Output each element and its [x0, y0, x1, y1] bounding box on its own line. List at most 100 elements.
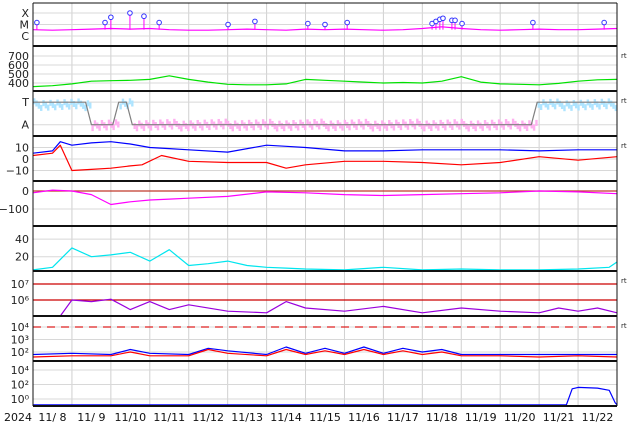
x-tick-label: 11/ 9 — [77, 411, 105, 424]
sector-point — [42, 100, 45, 107]
realtime-label: rt — [621, 97, 627, 105]
sector-point — [236, 122, 239, 129]
sector-point — [612, 102, 615, 109]
y-tick-label: 40 — [15, 233, 29, 246]
series-series-red — [32, 348, 618, 358]
realtime-label: rt — [621, 142, 627, 150]
sector-point — [98, 124, 101, 131]
sector-point — [268, 118, 272, 125]
sector-point — [472, 122, 475, 129]
x-tick-label: 11/15 — [309, 411, 341, 424]
sector-point — [574, 102, 578, 109]
x-tick-label: 11/21 — [543, 411, 575, 424]
sector-point — [147, 122, 150, 129]
sector-point — [570, 104, 573, 111]
sector-point — [320, 118, 323, 125]
y-tick-label: 20 — [15, 251, 29, 264]
realtime-label: rt — [621, 277, 627, 285]
series-series-blue-low — [33, 386, 618, 406]
sector-point — [131, 100, 134, 107]
sector-point — [416, 118, 419, 125]
x-tick-label: 11/17 — [387, 411, 419, 424]
flare-marker — [102, 19, 108, 26]
space-weather-chart: X M C 700 600 500 400 rt T Art 10 0 −10 rt 0 −100 40 20 10… — [0, 0, 634, 424]
sector-point — [430, 124, 433, 131]
sector-point — [518, 125, 522, 132]
sector-point — [231, 125, 234, 132]
sector-point — [565, 100, 569, 107]
sector-point — [327, 125, 330, 132]
sector-point — [378, 125, 382, 132]
sector-point — [275, 125, 279, 132]
x-tick-label: 11/ 8 — [38, 411, 66, 424]
sector-point — [77, 98, 80, 105]
sector-point — [105, 124, 108, 131]
flare-marker — [601, 19, 607, 26]
sector-point — [425, 120, 428, 127]
sector-point — [598, 103, 601, 110]
sector-point — [607, 98, 611, 105]
sector-point — [93, 120, 97, 127]
sector-point — [245, 124, 248, 131]
panel-imf-sector: TArt — [21, 96, 627, 137]
sector-point — [133, 123, 136, 130]
sector-point — [523, 122, 526, 129]
sector-point — [182, 120, 185, 127]
y-tick-label: 10⁷ — [11, 278, 29, 291]
sector-point — [467, 125, 470, 132]
sector-point — [605, 103, 608, 110]
flare-marker — [459, 20, 465, 27]
sector-point — [546, 103, 550, 110]
flare-marker — [305, 20, 311, 27]
sector-point — [114, 119, 118, 126]
chart-svg: XMC700600500400rtTArt100−10rt0−100402010… — [0, 2, 627, 424]
y-tick-label: 10⁶ — [11, 294, 30, 307]
sector-point — [191, 122, 195, 129]
sector-point — [243, 122, 246, 129]
sector-point — [119, 103, 122, 110]
sector-point — [282, 125, 286, 132]
sector-point — [383, 122, 386, 129]
y-tick-label: 10² — [11, 346, 29, 359]
flare-marker — [108, 14, 114, 21]
sector-point — [140, 122, 143, 129]
y-tick-label: 0 — [22, 185, 29, 198]
flare-marker — [34, 19, 40, 26]
sector-point — [381, 120, 384, 127]
series-series-purple — [59, 298, 618, 317]
sector-point — [117, 121, 120, 128]
sector-point — [44, 102, 48, 109]
sector-point — [609, 100, 613, 107]
sector-point — [535, 119, 538, 126]
sector-point — [581, 101, 585, 108]
sector-point — [423, 125, 426, 132]
sector-point — [49, 99, 52, 106]
y-tick-label: −100 — [0, 203, 29, 216]
panel-high-energy-proton: 10⁴10² 10⁰ — [11, 364, 618, 407]
sector-point — [511, 118, 515, 125]
x-tick-label: 11/20 — [504, 411, 536, 424]
sector-point — [35, 100, 38, 107]
sector-point — [556, 98, 559, 105]
x-axis-year-label: 2024 — [4, 411, 32, 424]
sector-point — [180, 125, 183, 132]
sector-point — [325, 123, 328, 130]
sector-point — [194, 124, 197, 131]
sector-point — [189, 120, 192, 127]
sector-point — [322, 120, 326, 127]
sector-point — [79, 100, 83, 107]
sector-point — [91, 125, 94, 132]
x-tick-label: 11/11 — [153, 411, 185, 424]
sector-point — [437, 124, 440, 131]
panel-electron-flux: 10⁷ 10⁶ rt — [11, 277, 627, 317]
sector-point — [591, 103, 594, 110]
panel-solar-wind-speed: 700600500400rt — [8, 50, 627, 92]
sector-point — [367, 121, 370, 128]
sector-point — [229, 123, 232, 130]
sector-point — [142, 124, 146, 131]
flare-marker — [452, 17, 458, 24]
x-tick-label: 11/19 — [465, 411, 497, 424]
sector-point — [462, 121, 466, 128]
panel-panel-6: 4020 — [15, 233, 618, 272]
sector-point — [184, 122, 188, 129]
